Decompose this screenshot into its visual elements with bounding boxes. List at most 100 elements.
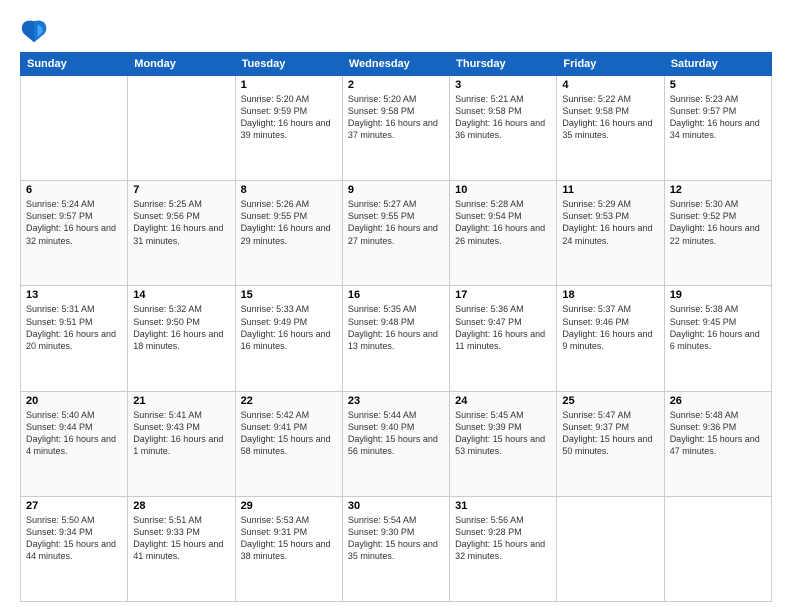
calendar-header-row: SundayMondayTuesdayWednesdayThursdayFrid… (21, 53, 772, 76)
cell-content: Sunrise: 5:32 AM Sunset: 9:50 PM Dayligh… (133, 303, 229, 352)
cell-content: Sunrise: 5:28 AM Sunset: 9:54 PM Dayligh… (455, 198, 551, 247)
calendar-cell: 21 Sunrise: 5:41 AM Sunset: 9:43 PM Dayli… (128, 391, 235, 496)
calendar-cell: 16Sunrise: 5:35 AM Sunset: 9:48 PM Dayli… (342, 286, 449, 391)
calendar-week-row: 13 Sunrise: 5:31 AM Sunset: 9:51 PM Dayli… (21, 286, 772, 391)
cell-content: Sunrise: 5:51 AM Sunset: 9:33 PM Dayligh… (133, 514, 229, 563)
calendar-cell: 10 Sunrise: 5:28 AM Sunset: 9:54 PM Dayli… (450, 181, 557, 286)
cell-content: Sunrise: 5:42 AM Sunset: 9:41 PM Dayligh… (241, 409, 337, 458)
calendar-week-row: 20 Sunrise: 5:40 AM Sunset: 9:44 PM Dayli… (21, 391, 772, 496)
day-number: 29 (241, 500, 337, 512)
day-number: 14 (133, 289, 229, 301)
calendar-cell: 12Sunrise: 5:30 AM Sunset: 9:52 PM Dayli… (664, 181, 771, 286)
calendar-cell: 24 Sunrise: 5:45 AM Sunset: 9:39 PM Dayli… (450, 391, 557, 496)
calendar-header-wednesday: Wednesday (342, 53, 449, 76)
day-number: 22 (241, 395, 337, 407)
cell-content: Sunrise: 5:35 AM Sunset: 9:48 PM Dayligh… (348, 303, 444, 352)
calendar-header-friday: Friday (557, 53, 664, 76)
calendar-header-sunday: Sunday (21, 53, 128, 76)
cell-content: Sunrise: 5:25 AM Sunset: 9:56 PM Dayligh… (133, 198, 229, 247)
calendar-cell: 23Sunrise: 5:44 AM Sunset: 9:40 PM Dayli… (342, 391, 449, 496)
calendar-cell (664, 496, 771, 601)
calendar-cell: 19 Sunrise: 5:38 AM Sunset: 9:45 PM Dayli… (664, 286, 771, 391)
calendar-cell: 28 Sunrise: 5:51 AM Sunset: 9:33 PM Dayli… (128, 496, 235, 601)
calendar-cell: 30Sunrise: 5:54 AM Sunset: 9:30 PM Dayli… (342, 496, 449, 601)
calendar-cell: 29Sunrise: 5:53 AM Sunset: 9:31 PM Dayli… (235, 496, 342, 601)
day-number: 7 (133, 184, 229, 196)
cell-content: Sunrise: 5:38 AM Sunset: 9:45 PM Dayligh… (670, 303, 766, 352)
calendar-cell: 2Sunrise: 5:20 AM Sunset: 9:58 PM Daylig… (342, 76, 449, 181)
day-number: 5 (670, 79, 766, 91)
cell-content: Sunrise: 5:37 AM Sunset: 9:46 PM Dayligh… (562, 303, 658, 352)
calendar-header-saturday: Saturday (664, 53, 771, 76)
day-number: 20 (26, 395, 122, 407)
calendar-cell: 31 Sunrise: 5:56 AM Sunset: 9:28 PM Dayli… (450, 496, 557, 601)
cell-content: Sunrise: 5:56 AM Sunset: 9:28 PM Dayligh… (455, 514, 551, 563)
day-number: 8 (241, 184, 337, 196)
day-number: 15 (241, 289, 337, 301)
day-number: 18 (562, 289, 658, 301)
cell-content: Sunrise: 5:36 AM Sunset: 9:47 PM Dayligh… (455, 303, 551, 352)
calendar-cell: 27Sunrise: 5:50 AM Sunset: 9:34 PM Dayli… (21, 496, 128, 601)
day-number: 28 (133, 500, 229, 512)
cell-content: Sunrise: 5:41 AM Sunset: 9:43 PM Dayligh… (133, 409, 229, 458)
calendar-cell: 17 Sunrise: 5:36 AM Sunset: 9:47 PM Dayli… (450, 286, 557, 391)
calendar-cell: 18 Sunrise: 5:37 AM Sunset: 9:46 PM Dayli… (557, 286, 664, 391)
cell-content: Sunrise: 5:30 AM Sunset: 9:52 PM Dayligh… (670, 198, 766, 247)
day-number: 11 (562, 184, 658, 196)
header (20, 16, 772, 44)
logo-icon (20, 16, 48, 44)
cell-content: Sunrise: 5:23 AM Sunset: 9:57 PM Dayligh… (670, 93, 766, 142)
cell-content: Sunrise: 5:22 AM Sunset: 9:58 PM Dayligh… (562, 93, 658, 142)
cell-content: Sunrise: 5:40 AM Sunset: 9:44 PM Dayligh… (26, 409, 122, 458)
calendar-cell: 5 Sunrise: 5:23 AM Sunset: 9:57 PM Daylig… (664, 76, 771, 181)
day-number: 24 (455, 395, 551, 407)
calendar-cell: 1 Sunrise: 5:20 AM Sunset: 9:59 PM Daylig… (235, 76, 342, 181)
calendar-cell (21, 76, 128, 181)
calendar-week-row: 6 Sunrise: 5:24 AM Sunset: 9:57 PM Daylig… (21, 181, 772, 286)
cell-content: Sunrise: 5:27 AM Sunset: 9:55 PM Dayligh… (348, 198, 444, 247)
day-number: 6 (26, 184, 122, 196)
calendar-cell: 15 Sunrise: 5:33 AM Sunset: 9:49 PM Dayli… (235, 286, 342, 391)
cell-content: Sunrise: 5:54 AM Sunset: 9:30 PM Dayligh… (348, 514, 444, 563)
calendar-cell (557, 496, 664, 601)
calendar-table: SundayMondayTuesdayWednesdayThursdayFrid… (20, 52, 772, 602)
cell-content: Sunrise: 5:48 AM Sunset: 9:36 PM Dayligh… (670, 409, 766, 458)
day-number: 10 (455, 184, 551, 196)
calendar-cell: 4 Sunrise: 5:22 AM Sunset: 9:58 PM Daylig… (557, 76, 664, 181)
day-number: 4 (562, 79, 658, 91)
cell-content: Sunrise: 5:20 AM Sunset: 9:58 PM Dayligh… (348, 93, 444, 142)
cell-content: Sunrise: 5:24 AM Sunset: 9:57 PM Dayligh… (26, 198, 122, 247)
day-number: 27 (26, 500, 122, 512)
calendar-week-row: 1 Sunrise: 5:20 AM Sunset: 9:59 PM Daylig… (21, 76, 772, 181)
calendar-cell: 6 Sunrise: 5:24 AM Sunset: 9:57 PM Daylig… (21, 181, 128, 286)
day-number: 25 (562, 395, 658, 407)
cell-content: Sunrise: 5:44 AM Sunset: 9:40 PM Dayligh… (348, 409, 444, 458)
day-number: 19 (670, 289, 766, 301)
calendar-cell (128, 76, 235, 181)
cell-content: Sunrise: 5:29 AM Sunset: 9:53 PM Dayligh… (562, 198, 658, 247)
day-number: 21 (133, 395, 229, 407)
day-number: 17 (455, 289, 551, 301)
day-number: 9 (348, 184, 444, 196)
calendar-cell: 20 Sunrise: 5:40 AM Sunset: 9:44 PM Dayli… (21, 391, 128, 496)
calendar-cell: 7 Sunrise: 5:25 AM Sunset: 9:56 PM Daylig… (128, 181, 235, 286)
day-number: 26 (670, 395, 766, 407)
cell-content: Sunrise: 5:45 AM Sunset: 9:39 PM Dayligh… (455, 409, 551, 458)
calendar-cell: 26 Sunrise: 5:48 AM Sunset: 9:36 PM Dayli… (664, 391, 771, 496)
day-number: 31 (455, 500, 551, 512)
calendar-cell: 9 Sunrise: 5:27 AM Sunset: 9:55 PM Daylig… (342, 181, 449, 286)
cell-content: Sunrise: 5:21 AM Sunset: 9:58 PM Dayligh… (455, 93, 551, 142)
cell-content: Sunrise: 5:31 AM Sunset: 9:51 PM Dayligh… (26, 303, 122, 352)
day-number: 13 (26, 289, 122, 301)
calendar-header-monday: Monday (128, 53, 235, 76)
calendar-cell: 22 Sunrise: 5:42 AM Sunset: 9:41 PM Dayli… (235, 391, 342, 496)
logo (20, 16, 52, 44)
cell-content: Sunrise: 5:26 AM Sunset: 9:55 PM Dayligh… (241, 198, 337, 247)
calendar-cell: 13 Sunrise: 5:31 AM Sunset: 9:51 PM Dayli… (21, 286, 128, 391)
page: SundayMondayTuesdayWednesdayThursdayFrid… (0, 0, 792, 612)
calendar-header-tuesday: Tuesday (235, 53, 342, 76)
cell-content: Sunrise: 5:20 AM Sunset: 9:59 PM Dayligh… (241, 93, 337, 142)
day-number: 1 (241, 79, 337, 91)
cell-content: Sunrise: 5:33 AM Sunset: 9:49 PM Dayligh… (241, 303, 337, 352)
calendar-week-row: 27Sunrise: 5:50 AM Sunset: 9:34 PM Dayli… (21, 496, 772, 601)
